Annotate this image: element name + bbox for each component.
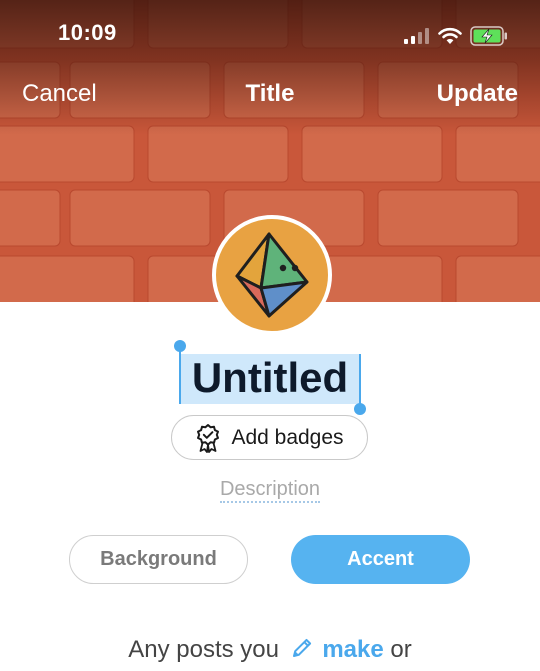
status-icons <box>404 22 508 50</box>
badge-icon <box>197 423 220 453</box>
selection-end-handle[interactable] <box>354 403 366 415</box>
description-container: Description <box>0 478 540 503</box>
update-button[interactable]: Update <box>437 80 518 108</box>
cellular-signal-icon <box>404 28 429 44</box>
battery-charging-icon <box>470 26 507 46</box>
pencil-icon <box>292 638 311 657</box>
add-badges-label: Add badges <box>231 425 344 449</box>
wifi-icon <box>438 27 462 44</box>
add-badges-button[interactable]: Add badges <box>171 415 368 460</box>
selection-start-handle[interactable] <box>174 340 186 352</box>
octahedron-avatar-icon <box>235 232 309 318</box>
name-field[interactable]: Untitled <box>174 340 366 415</box>
selection-end-handle-line <box>359 354 361 408</box>
make-link[interactable]: make <box>322 636 383 663</box>
description-field[interactable]: Description <box>219 478 321 503</box>
profile-name[interactable]: Untitled <box>180 350 360 406</box>
posts-text-after: or <box>390 636 412 663</box>
background-button[interactable]: Background <box>69 535 248 584</box>
posts-description: Any posts you make or <box>0 636 540 664</box>
nav-title: Title <box>245 80 295 107</box>
posts-text-before: Any posts you <box>128 636 279 663</box>
accent-button[interactable]: Accent <box>291 535 470 584</box>
avatar[interactable] <box>212 215 332 335</box>
cancel-button[interactable]: Cancel <box>22 80 97 108</box>
status-time: 10:09 <box>58 20 117 45</box>
selection-start-handle-line <box>179 350 181 404</box>
